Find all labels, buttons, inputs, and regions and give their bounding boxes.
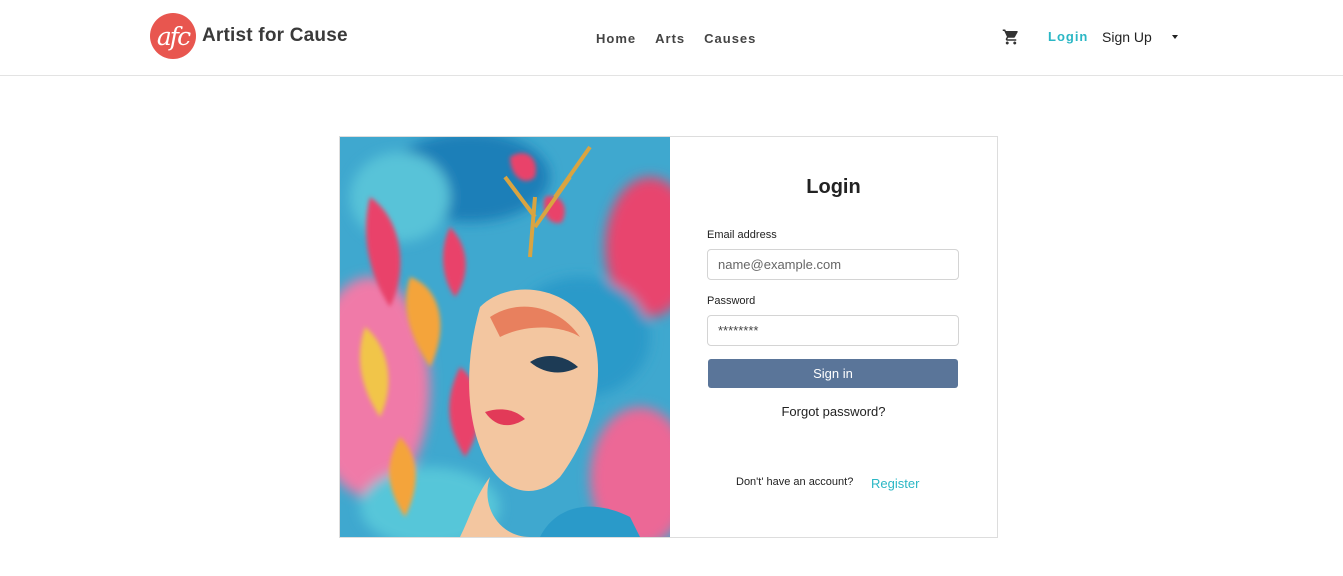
password-field[interactable] <box>707 315 959 346</box>
signup-label: Sign Up <box>1102 29 1152 45</box>
sign-in-button[interactable]: Sign in <box>708 359 958 388</box>
caret-down-icon <box>1171 35 1178 39</box>
brand-name: Artist for Cause <box>202 25 348 46</box>
nav-causes-link[interactable]: Causes <box>704 31 756 46</box>
login-form: Login Email address Password Sign in For… <box>670 137 997 537</box>
top-navbar: afc Artist for Cause Home Arts Causes Lo… <box>0 0 1343 76</box>
main-nav: Home Arts Causes <box>596 31 775 46</box>
afc-logo-icon: afc <box>150 13 196 59</box>
email-label: Email address <box>707 229 777 241</box>
header-login-link[interactable]: Login <box>1048 29 1088 44</box>
register-link[interactable]: Register <box>871 476 919 491</box>
password-label: Password <box>707 295 756 307</box>
shopping-cart-icon[interactable] <box>1002 28 1020 46</box>
login-title: Login <box>806 176 861 198</box>
forgot-password-link[interactable]: Forgot password? <box>670 404 997 419</box>
watercolor-portrait-image <box>340 137 670 537</box>
login-card: Login Email address Password Sign in For… <box>339 136 998 538</box>
email-field[interactable] <box>707 249 959 280</box>
signup-dropdown[interactable]: Sign Up <box>1102 29 1178 45</box>
nav-arts-link[interactable]: Arts <box>655 31 685 46</box>
no-account-text: Don't' have an account? <box>736 476 854 488</box>
brand-logo[interactable]: afc Artist for Cause <box>150 13 348 59</box>
nav-home-link[interactable]: Home <box>596 31 636 46</box>
